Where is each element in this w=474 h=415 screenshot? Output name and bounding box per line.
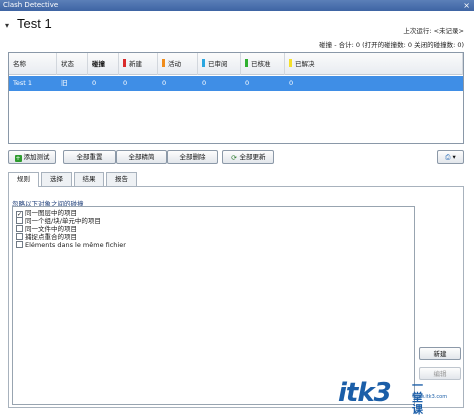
column-header[interactable]: 已核准 bbox=[241, 53, 285, 75]
rules-panel: 忽略以下对象之间的碰撞 ✓ 同一图层中的项目 同一个组/块/单元中的项目 同一文件中的… bbox=[8, 186, 464, 408]
rule-label: 同一个组/块/单元中的项目 bbox=[25, 217, 101, 225]
update-all-label: 全部更新 bbox=[239, 153, 266, 161]
column-header[interactable]: 状态 bbox=[57, 53, 88, 75]
compact-all-button[interactable]: 全部精简 bbox=[116, 150, 167, 164]
test-grid: 名称 状态 碰撞 新建 活动 已审阅 已核准 已解决 Test 1 旧 0 0 0 0 0 0 bbox=[8, 52, 464, 144]
table-cell: 0 bbox=[202, 79, 207, 87]
column-header-label: 活动 bbox=[168, 60, 181, 68]
edit-rule-button[interactable]: 编辑 bbox=[419, 367, 461, 380]
delete-all-button[interactable]: 全部删除 bbox=[167, 150, 218, 164]
column-header[interactable]: 活动 bbox=[158, 53, 198, 75]
reset-all-button[interactable]: 全部重置 bbox=[63, 150, 116, 164]
add-test-button[interactable]: + 添加测试 bbox=[8, 150, 56, 164]
status-color-swatch bbox=[245, 59, 248, 67]
grid-header: 名称 状态 碰撞 新建 活动 已审阅 已核准 已解决 bbox=[9, 53, 463, 75]
rule-label: Eléments dans le même fichier bbox=[25, 241, 126, 249]
table-cell: Test 1 bbox=[13, 79, 33, 87]
tab-0[interactable]: 规则 bbox=[8, 172, 39, 187]
column-header[interactable]: 已解决 bbox=[285, 53, 463, 75]
table-cell: 旧 bbox=[61, 79, 68, 87]
rule-checkbox[interactable] bbox=[16, 233, 23, 240]
status-color-swatch bbox=[162, 59, 165, 67]
new-rule-button[interactable]: 新建 bbox=[419, 347, 461, 360]
watermark: itk3 一堂课 www.itk3.com bbox=[338, 378, 447, 415]
test-header: ▾ Test 1 上次运行: <未记录> 碰撞 - 合计: 0 (打开的碰撞数:… bbox=[0, 11, 474, 51]
rule-checkbox[interactable] bbox=[16, 225, 23, 232]
column-header[interactable]: 已审阅 bbox=[198, 53, 241, 75]
rules-list: ✓ 同一图层中的项目 同一个组/块/单元中的项目 同一文件中的项目 捕捉点重合的项目 El… bbox=[12, 206, 415, 405]
column-header-label: 已解决 bbox=[295, 60, 315, 68]
rule-label: 捕捉点重合的项目 bbox=[25, 233, 77, 241]
export-dropdown-button[interactable]: ⎙ ▾ bbox=[437, 150, 464, 164]
rule-checkbox[interactable] bbox=[16, 241, 23, 248]
column-header[interactable]: 名称 bbox=[9, 53, 57, 75]
export-icon: ⎙ bbox=[445, 153, 451, 161]
table-cell: 0 bbox=[245, 79, 250, 87]
refresh-icon: ⟳ bbox=[231, 154, 237, 162]
rule-label: 同一图层中的项目 bbox=[25, 209, 77, 217]
column-header-label: 碰撞 bbox=[92, 60, 105, 68]
status-color-swatch bbox=[123, 59, 126, 67]
column-header[interactable]: 新建 bbox=[119, 53, 158, 75]
add-icon: + bbox=[14, 155, 22, 162]
status-color-swatch bbox=[289, 59, 292, 67]
watermark-logo: itk3 bbox=[338, 378, 392, 408]
collapse-icon[interactable]: ▾ bbox=[5, 21, 9, 30]
rule-label: 同一文件中的项目 bbox=[25, 225, 77, 233]
tab-3[interactable]: 报告 bbox=[106, 172, 137, 186]
rule-checkbox[interactable] bbox=[16, 217, 23, 224]
table-cell: 0 bbox=[92, 79, 97, 87]
list-item[interactable]: Eléments dans le même fichier bbox=[16, 241, 126, 250]
column-header-label: 已审阅 bbox=[208, 60, 228, 68]
column-header-label: 已核准 bbox=[251, 60, 271, 68]
chevron-down-icon: ▾ bbox=[452, 153, 456, 161]
column-header-label: 状态 bbox=[61, 60, 74, 68]
table-cell: 0 bbox=[123, 79, 128, 87]
add-test-label: 添加测试 bbox=[23, 153, 50, 161]
tab-1[interactable]: 选择 bbox=[41, 172, 72, 186]
tab-2[interactable]: 结果 bbox=[74, 172, 104, 186]
clash-summary: 碰撞 - 合计: 0 (打开的碰撞数: 0 关闭的碰撞数: 0) bbox=[319, 41, 464, 49]
test-name: Test 1 bbox=[17, 16, 52, 31]
status-color-swatch bbox=[202, 59, 205, 67]
table-cell: 0 bbox=[162, 79, 167, 87]
column-header-label: 名称 bbox=[13, 60, 26, 68]
column-header[interactable]: 碰撞 bbox=[88, 53, 119, 75]
window-titlebar: Clash Detective × bbox=[0, 0, 474, 11]
window-title: Clash Detective bbox=[3, 1, 59, 9]
last-run-label: 上次运行: <未记录> bbox=[403, 27, 464, 35]
column-header-label: 新建 bbox=[129, 60, 142, 68]
watermark-url: www.itk3.com bbox=[412, 394, 448, 400]
update-all-button[interactable]: ⟳ 全部更新 bbox=[222, 150, 274, 164]
table-cell: 0 bbox=[289, 79, 294, 87]
close-icon[interactable]: × bbox=[463, 0, 470, 11]
table-row[interactable]: Test 1 旧 0 0 0 0 0 0 bbox=[9, 76, 463, 91]
